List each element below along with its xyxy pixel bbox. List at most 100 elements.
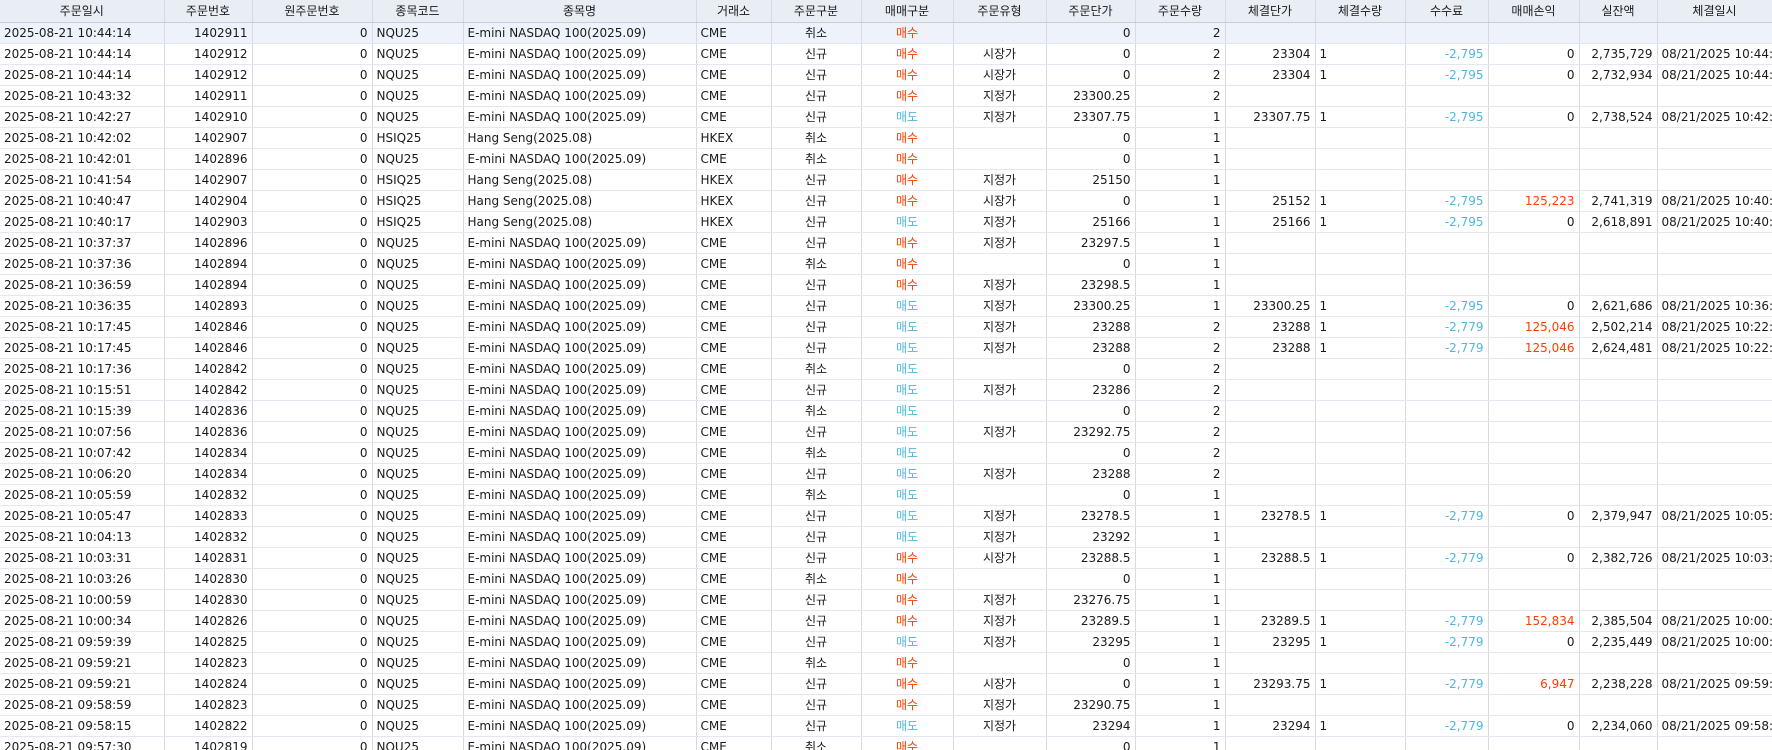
column-header-side[interactable]: 매매구분 bbox=[861, 0, 954, 23]
cell-order-kind: 신규 bbox=[771, 673, 862, 695]
table-row[interactable]: 2025-08-21 10:06:20 1402834 0 NQU25 E-mini N… bbox=[0, 463, 1772, 485]
table-row[interactable]: 2025-08-21 09:58:15 1402822 0 NQU25 E-mini N… bbox=[0, 715, 1772, 737]
cell-order-number: 1402830 bbox=[164, 568, 253, 590]
table-row[interactable]: 2025-08-21 10:37:37 1402896 0 NQU25 E-mini N… bbox=[0, 232, 1772, 254]
cell-fill-time: 08/21/2025 10:03:41 bbox=[1657, 547, 1772, 569]
cell-fill-time bbox=[1657, 652, 1772, 674]
cell-order-time: 2025-08-21 10:43:32 bbox=[0, 85, 165, 107]
column-header-order-kind[interactable]: 주문구분 bbox=[771, 0, 862, 23]
cell-original-order-number: 0 bbox=[252, 253, 373, 275]
cell-symbol-name: E-mini NASDAQ 100(2025.09) bbox=[463, 232, 697, 254]
cell-symbol-code: NQU25 bbox=[372, 274, 464, 296]
cell-order-qty: 1 bbox=[1135, 232, 1226, 254]
table-row[interactable]: 2025-08-21 10:05:47 1402833 0 NQU25 E-mini N… bbox=[0, 505, 1772, 527]
cell-fill-price: 23304 bbox=[1225, 43, 1316, 65]
cell-fill-qty bbox=[1315, 358, 1406, 380]
table-row[interactable]: 2025-08-21 10:04:13 1402832 0 NQU25 E-mini N… bbox=[0, 526, 1772, 548]
cell-order-kind: 신규 bbox=[771, 295, 862, 317]
table-row[interactable]: 2025-08-21 10:44:14 1402912 0 NQU25 E-mini N… bbox=[0, 43, 1772, 65]
column-header-symbol-name[interactable]: 종목명 bbox=[463, 0, 697, 23]
column-header-exchange[interactable]: 거래소 bbox=[696, 0, 772, 23]
table-row[interactable]: 2025-08-21 10:05:59 1402832 0 NQU25 E-mini N… bbox=[0, 484, 1772, 506]
cell-order-kind: 취소 bbox=[771, 127, 862, 149]
cell-order-number: 1402894 bbox=[164, 253, 253, 275]
table-row[interactable]: 2025-08-21 10:36:59 1402894 0 NQU25 E-mini N… bbox=[0, 274, 1772, 296]
cell-symbol-code: NQU25 bbox=[372, 43, 464, 65]
table-row[interactable]: 2025-08-21 10:37:36 1402894 0 NQU25 E-mini N… bbox=[0, 253, 1772, 275]
cell-order-number: 1402910 bbox=[164, 106, 253, 128]
cell-fee bbox=[1405, 22, 1489, 44]
cell-pnl: 6,947 bbox=[1488, 673, 1580, 695]
table-row[interactable]: 2025-08-21 10:00:59 1402830 0 NQU25 E-mini N… bbox=[0, 589, 1772, 611]
table-row[interactable]: 2025-08-21 10:41:54 1402907 0 HSIQ25 Hang Se… bbox=[0, 169, 1772, 191]
table-row[interactable]: 2025-08-21 10:43:32 1402911 0 NQU25 E-mini N… bbox=[0, 85, 1772, 107]
cell-side: 매도 bbox=[861, 505, 954, 527]
table-row[interactable]: 2025-08-21 09:59:21 1402823 0 NQU25 E-mini N… bbox=[0, 652, 1772, 674]
cell-symbol-name: E-mini NASDAQ 100(2025.09) bbox=[463, 316, 697, 338]
column-header-pnl[interactable]: 매매손익 bbox=[1488, 0, 1580, 23]
column-header-fill-price[interactable]: 체결단가 bbox=[1225, 0, 1316, 23]
table-row[interactable]: 2025-08-21 10:07:42 1402834 0 NQU25 E-mini N… bbox=[0, 442, 1772, 464]
cell-order-qty: 1 bbox=[1135, 211, 1226, 233]
cell-fill-price bbox=[1225, 232, 1316, 254]
column-header-order-qty[interactable]: 주문수량 bbox=[1135, 0, 1226, 23]
table-row[interactable]: 2025-08-21 10:42:01 1402896 0 NQU25 E-mini N… bbox=[0, 148, 1772, 170]
cell-symbol-code: NQU25 bbox=[372, 106, 464, 128]
table-row[interactable]: 2025-08-21 10:17:45 1402846 0 NQU25 E-mini N… bbox=[0, 337, 1772, 359]
column-header-fee[interactable]: 수수료 bbox=[1405, 0, 1489, 23]
cell-order-kind: 신규 bbox=[771, 526, 862, 548]
table-row[interactable]: 2025-08-21 10:15:51 1402842 0 NQU25 E-mini N… bbox=[0, 379, 1772, 401]
column-header-balance[interactable]: 실잔액 bbox=[1579, 0, 1658, 23]
cell-side: 매수 bbox=[861, 190, 954, 212]
cell-original-order-number: 0 bbox=[252, 505, 373, 527]
cell-symbol-name: E-mini NASDAQ 100(2025.09) bbox=[463, 358, 697, 380]
cell-fill-time bbox=[1657, 148, 1772, 170]
table-row[interactable]: 2025-08-21 10:17:45 1402846 0 NQU25 E-mini N… bbox=[0, 316, 1772, 338]
table-row[interactable]: 2025-08-21 10:42:02 1402907 0 HSIQ25 Hang Se… bbox=[0, 127, 1772, 149]
column-header-symbol-code[interactable]: 종목코드 bbox=[372, 0, 464, 23]
cell-order-price: 23292.75 bbox=[1046, 421, 1136, 443]
cell-fill-time bbox=[1657, 232, 1772, 254]
table-row[interactable]: 2025-08-21 10:36:35 1402893 0 NQU25 E-mini N… bbox=[0, 295, 1772, 317]
table-row[interactable]: 2025-08-21 10:07:56 1402836 0 NQU25 E-mini N… bbox=[0, 421, 1772, 443]
column-header-fill-time[interactable]: 체결일시 bbox=[1657, 0, 1772, 23]
cell-symbol-name: E-mini NASDAQ 100(2025.09) bbox=[463, 673, 697, 695]
column-header-order-type[interactable]: 주문유형 bbox=[953, 0, 1047, 23]
cell-symbol-name: E-mini NASDAQ 100(2025.09) bbox=[463, 463, 697, 485]
table-row[interactable]: 2025-08-21 10:44:14 1402911 0 NQU25 E-mini N… bbox=[0, 22, 1772, 44]
cell-symbol-name: E-mini NASDAQ 100(2025.09) bbox=[463, 64, 697, 86]
table-row[interactable]: 2025-08-21 09:57:30 1402819 0 NQU25 E-mini N… bbox=[0, 736, 1772, 750]
table-row[interactable]: 2025-08-21 10:15:39 1402836 0 NQU25 E-mini N… bbox=[0, 400, 1772, 422]
cell-balance bbox=[1579, 400, 1658, 422]
cell-order-kind: 신규 bbox=[771, 43, 862, 65]
cell-fill-time bbox=[1657, 169, 1772, 191]
cell-symbol-name: E-mini NASDAQ 100(2025.09) bbox=[463, 253, 697, 275]
cell-fee: -2,795 bbox=[1405, 43, 1489, 65]
table-row[interactable]: 2025-08-21 09:58:59 1402823 0 NQU25 E-mini N… bbox=[0, 694, 1772, 716]
table-row[interactable]: 2025-08-21 09:59:39 1402825 0 NQU25 E-mini N… bbox=[0, 631, 1772, 653]
table-row[interactable]: 2025-08-21 10:03:26 1402830 0 NQU25 E-mini N… bbox=[0, 568, 1772, 590]
column-header-fill-qty[interactable]: 체결수량 bbox=[1315, 0, 1406, 23]
column-header-order-time[interactable]: 주문일시 bbox=[0, 0, 165, 23]
cell-order-type bbox=[953, 568, 1047, 590]
table-row[interactable]: 2025-08-21 10:00:34 1402826 0 NQU25 E-mini N… bbox=[0, 610, 1772, 632]
table-row[interactable]: 2025-08-21 10:40:17 1402903 0 HSIQ25 Hang Se… bbox=[0, 211, 1772, 233]
cell-balance: 2,735,729 bbox=[1579, 43, 1658, 65]
cell-balance bbox=[1579, 442, 1658, 464]
column-header-original-order-number[interactable]: 원주문번호 bbox=[252, 0, 373, 23]
table-row[interactable]: 2025-08-21 10:40:47 1402904 0 HSIQ25 Hang Se… bbox=[0, 190, 1772, 212]
table-row[interactable]: 2025-08-21 10:17:36 1402842 0 NQU25 E-mini N… bbox=[0, 358, 1772, 380]
table-row[interactable]: 2025-08-21 10:42:27 1402910 0 NQU25 E-mini N… bbox=[0, 106, 1772, 128]
table-row[interactable]: 2025-08-21 10:44:14 1402912 0 NQU25 E-mini N… bbox=[0, 64, 1772, 86]
cell-fee bbox=[1405, 442, 1489, 464]
table-row[interactable]: 2025-08-21 10:03:31 1402831 0 NQU25 E-mini N… bbox=[0, 547, 1772, 569]
column-header-order-number[interactable]: 주문번호 bbox=[164, 0, 253, 23]
column-header-order-price[interactable]: 주문단가 bbox=[1046, 0, 1136, 23]
cell-order-number: 1402903 bbox=[164, 211, 253, 233]
table-row[interactable]: 2025-08-21 09:59:21 1402824 0 NQU25 E-mini N… bbox=[0, 673, 1772, 695]
cell-fill-price bbox=[1225, 85, 1316, 107]
cell-symbol-name: E-mini NASDAQ 100(2025.09) bbox=[463, 631, 697, 653]
cell-symbol-name: E-mini NASDAQ 100(2025.09) bbox=[463, 694, 697, 716]
cell-exchange: HKEX bbox=[696, 169, 772, 191]
cell-order-type: 시장가 bbox=[953, 547, 1047, 569]
